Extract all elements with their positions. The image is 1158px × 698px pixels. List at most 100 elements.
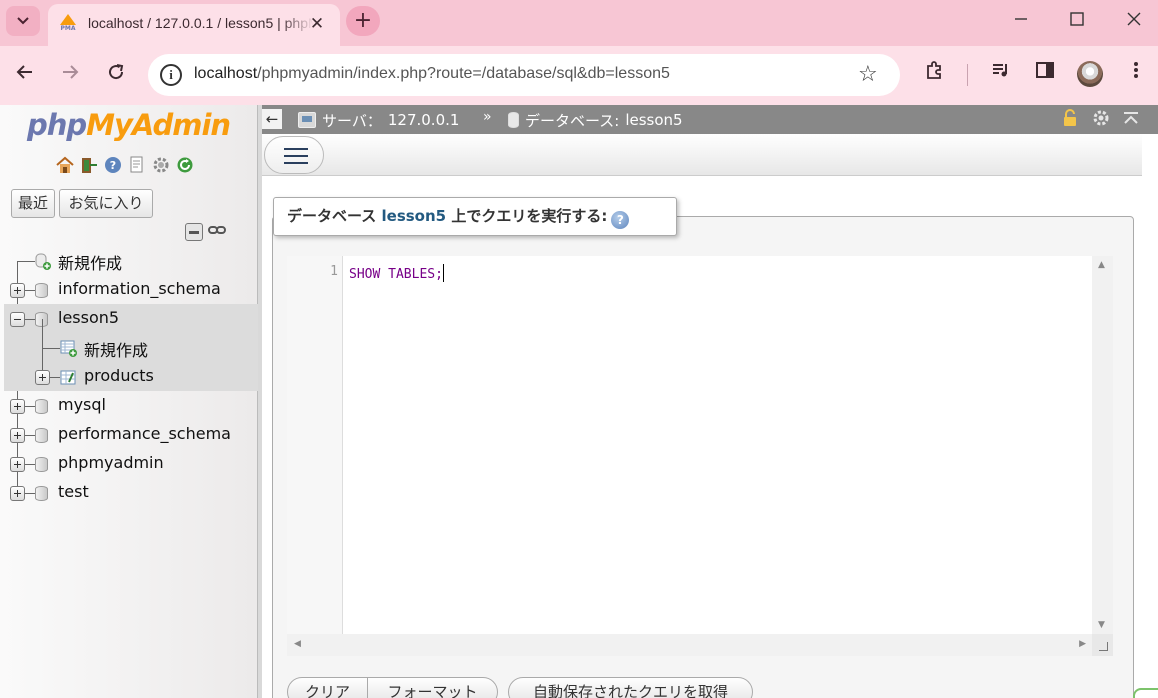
collapse-icon[interactable]: [10, 312, 25, 327]
settings-gear-icon[interactable]: [1090, 109, 1112, 131]
tree-item-lesson5[interactable]: lesson5: [0, 304, 258, 333]
legend-prefix: データベース: [287, 207, 377, 225]
expand-icon[interactable]: [10, 486, 25, 501]
vertical-scrollbar[interactable]: ▲ ▼: [1092, 256, 1113, 634]
url-host: localhost: [194, 65, 258, 82]
window-close-icon[interactable]: [1119, 8, 1149, 34]
expand-icon[interactable]: [10, 428, 25, 443]
reload-navigation-icon[interactable]: [174, 155, 195, 175]
expand-icon[interactable]: [10, 399, 25, 414]
scroll-up-icon[interactable]: ▲: [1098, 260, 1105, 270]
link-with-main-icon[interactable]: [207, 223, 227, 241]
tree-label: 新規作成: [58, 254, 123, 273]
scroll-down-icon[interactable]: ▼: [1098, 620, 1105, 630]
tree-label: performance_schema: [58, 424, 231, 443]
breadcrumb-database-label: データベース:: [525, 111, 620, 130]
new-tab-button[interactable]: +: [346, 6, 380, 36]
scroll-left-icon[interactable]: ◀: [294, 639, 301, 649]
sql-code: SHOW TABLES;: [349, 267, 443, 282]
toolbar-separator: [967, 64, 968, 86]
svg-text:?: ?: [109, 159, 115, 172]
tree-item-products[interactable]: products: [0, 362, 258, 391]
database-icon: [35, 486, 48, 501]
breadcrumb-separator: »: [483, 109, 492, 125]
breadcrumb-server-label: サーバ：: [322, 111, 382, 130]
expand-icon[interactable]: [10, 457, 25, 472]
collapse-navigation-icon[interactable]: ←: [262, 109, 282, 129]
get-autosaved-query-button[interactable]: 自動保存されたクエリを取得: [508, 677, 753, 698]
tree-label: test: [58, 482, 89, 501]
tree-label: lesson5: [58, 308, 120, 327]
tree-label: 新規作成: [84, 341, 149, 360]
line-number-gutter: 1: [287, 256, 343, 634]
sql-code-line[interactable]: SHOW TABLES;: [349, 264, 444, 282]
tree-label: information_schema: [58, 279, 221, 298]
breadcrumb: ← サーバ： 127.0.0.1 » データベース: lesson5: [262, 105, 1158, 134]
bookmark-star-icon[interactable]: ☆: [858, 62, 878, 87]
tree-label: phpmyadmin: [58, 453, 164, 472]
line-number: 1: [330, 264, 338, 279]
tree-item-performance-schema[interactable]: performance_schema: [0, 420, 258, 449]
tree-controls: [185, 223, 227, 241]
tree-item-phpmyadmin[interactable]: phpmyadmin: [0, 449, 258, 478]
settings-gear-icon[interactable]: [150, 155, 171, 175]
more-menu-icon[interactable]: [1122, 60, 1150, 88]
address-bar[interactable]: i localhost/phpmyadmin/index.php?route=/…: [148, 54, 900, 96]
breadcrumb-database-value: lesson5: [625, 111, 683, 129]
horizontal-scrollbar[interactable]: ◀ ▶: [287, 634, 1092, 656]
reload-icon[interactable]: [102, 60, 130, 88]
corner-widget[interactable]: [1133, 688, 1158, 698]
tab-close-icon[interactable]: ✕: [306, 13, 328, 35]
tree-item-new-table[interactable]: 新規作成: [0, 333, 258, 362]
expand-icon[interactable]: [10, 283, 25, 298]
pma-logo[interactable]: phpMyAdmin: [27, 108, 231, 142]
help-docs-icon[interactable]: ?: [102, 155, 123, 175]
format-button[interactable]: フォーマット: [367, 677, 498, 698]
tree-item-test[interactable]: test: [0, 478, 258, 507]
editor-resize-handle[interactable]: [1092, 634, 1113, 656]
forward-icon[interactable]: [56, 60, 84, 88]
breadcrumb-server[interactable]: サーバ： 127.0.0.1: [298, 109, 459, 131]
lock-icon[interactable]: [1059, 109, 1081, 131]
database-icon: [35, 428, 48, 443]
tree-item-information-schema[interactable]: information_schema: [0, 275, 258, 304]
documentation-icon[interactable]: [126, 155, 147, 175]
side-panel-icon[interactable]: [1031, 60, 1059, 88]
collapse-all-icon[interactable]: [185, 223, 203, 241]
extensions-icon[interactable]: [920, 60, 948, 88]
table-icon: [60, 369, 78, 386]
recent-tab-button[interactable]: 最近: [11, 189, 55, 218]
minimize-icon[interactable]: [1006, 8, 1036, 34]
scroll-right-icon[interactable]: ▶: [1079, 639, 1086, 649]
collapse-top-icon[interactable]: [1120, 109, 1142, 131]
database-icon: [508, 112, 519, 128]
home-icon[interactable]: [54, 155, 75, 175]
media-icon[interactable]: [987, 60, 1015, 88]
pma-navigation-panel: phpMyAdmin ? 最近 お気に入り 新規作成 information_s…: [0, 105, 258, 698]
help-icon[interactable]: ?: [611, 211, 630, 229]
server-icon: [298, 112, 316, 128]
tree-item-new-database[interactable]: 新規作成: [0, 246, 258, 275]
back-icon[interactable]: [11, 60, 39, 88]
tab-list-icon[interactable]: [6, 6, 40, 36]
expand-icon[interactable]: [35, 370, 50, 385]
logout-icon[interactable]: [78, 155, 99, 175]
tree-item-mysql[interactable]: mysql: [0, 391, 258, 420]
breadcrumb-database[interactable]: データベース: lesson5: [508, 109, 683, 131]
nav-icon-bar: ?: [54, 155, 195, 175]
favorites-tab-button[interactable]: お気に入り: [59, 189, 153, 218]
query-legend: データベース lesson5 上でクエリを実行する:?: [273, 197, 677, 236]
maximize-icon[interactable]: [1062, 8, 1092, 34]
database-icon: [35, 457, 48, 472]
hamburger-menu-button[interactable]: [264, 136, 324, 174]
logo-php: php: [27, 108, 87, 142]
tab-title: localhost / 127.0.0.1 / lesson5 | phpMyA…: [88, 15, 314, 31]
panel-resize-handle[interactable]: [258, 105, 262, 698]
site-info-icon[interactable]: i: [160, 64, 182, 86]
sql-editor[interactable]: 1 SHOW TABLES; ▲ ▼ ◀ ▶: [287, 256, 1113, 656]
profile-avatar[interactable]: [1077, 61, 1103, 87]
database-icon: [35, 283, 48, 298]
database-icon: [35, 399, 48, 414]
browser-tab[interactable]: PMA localhost / 127.0.0.1 / lesson5 | ph…: [48, 4, 340, 46]
clear-button[interactable]: クリア: [287, 677, 368, 698]
